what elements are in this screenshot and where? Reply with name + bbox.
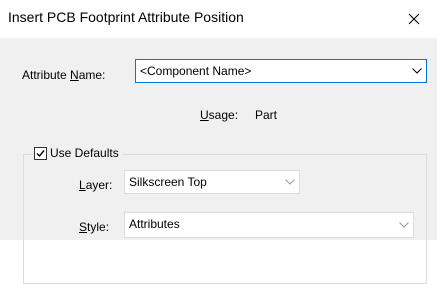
checkmark-icon xyxy=(36,149,45,157)
attribute-name-dropdown-button[interactable] xyxy=(408,60,426,82)
usage-value: Part xyxy=(255,108,278,122)
style-combobox[interactable]: Attributes xyxy=(124,212,414,238)
layer-dropdown-button[interactable] xyxy=(281,171,299,193)
chevron-down-icon xyxy=(399,222,409,228)
use-defaults-checkbox[interactable]: Use Defaults xyxy=(34,143,123,163)
layer-label: Layer: xyxy=(79,178,113,192)
usage-label: Usage: xyxy=(200,108,239,122)
attribute-name-combobox[interactable]: <Component Name> xyxy=(135,59,427,83)
close-icon xyxy=(408,13,420,25)
layer-combobox[interactable]: Silkscreen Top xyxy=(124,170,300,194)
title-bar: Insert PCB Footprint Attribute Position xyxy=(0,0,437,38)
checkbox-box[interactable] xyxy=(34,146,47,160)
attribute-name-value[interactable]: <Component Name> xyxy=(140,64,251,78)
style-dropdown-button[interactable] xyxy=(395,213,413,237)
dialog-body: Attribute Name: <Component Name> Usage: … xyxy=(0,38,437,284)
style-value[interactable]: Attributes xyxy=(129,217,180,231)
chevron-down-icon xyxy=(285,179,295,185)
style-label: Style: xyxy=(79,220,110,234)
layer-value[interactable]: Silkscreen Top xyxy=(129,175,207,189)
chevron-down-icon xyxy=(412,68,422,74)
dialog-title: Insert PCB Footprint Attribute Position xyxy=(8,9,244,25)
use-defaults-label: Use Defaults xyxy=(50,146,119,160)
attribute-name-label: Attribute Name: xyxy=(22,68,106,82)
close-button[interactable] xyxy=(391,0,437,38)
